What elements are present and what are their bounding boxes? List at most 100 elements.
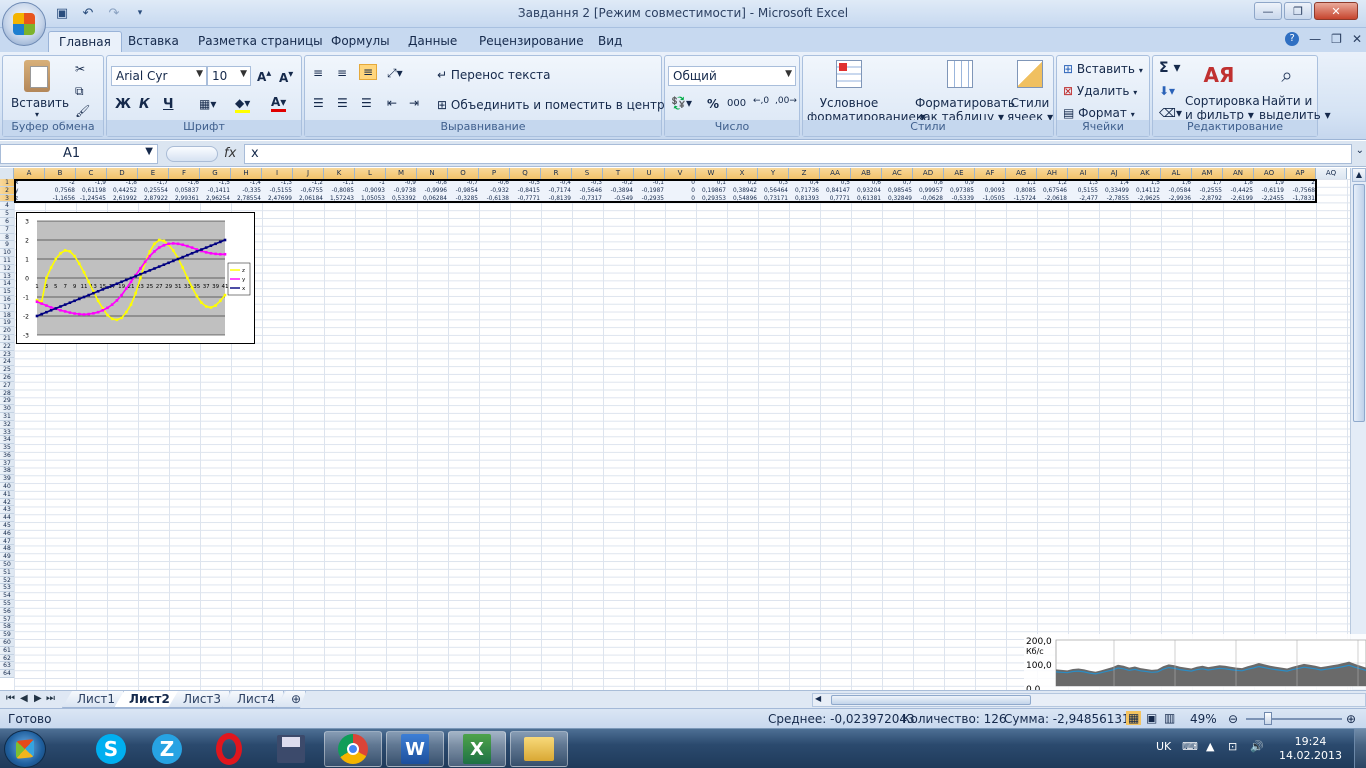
cell[interactable]: -0,6138	[479, 195, 510, 203]
row-header[interactable]: 41	[0, 490, 14, 499]
cell[interactable]: 0,7771	[820, 195, 851, 203]
cell[interactable]: -0,3	[572, 179, 603, 187]
column-header[interactable]: P	[479, 168, 510, 179]
row-header[interactable]: 58	[0, 623, 14, 632]
row-header[interactable]: 64	[0, 670, 14, 678]
cell[interactable]: -1,5724	[1006, 195, 1037, 203]
row-header[interactable]: 8	[0, 233, 14, 242]
scroll-thumb[interactable]	[1353, 184, 1365, 422]
cell[interactable]: -0,9738	[386, 187, 417, 195]
volume-icon[interactable]: 🔊	[1250, 740, 1264, 753]
cell[interactable]: 0,61381	[851, 195, 882, 203]
column-header[interactable]: C	[76, 168, 107, 179]
copy-icon[interactable]: ⧉	[75, 84, 84, 99]
row-header[interactable]: 29	[0, 397, 14, 406]
fill-color-icon[interactable]: ◆▾	[235, 96, 251, 113]
sheet-tab-3[interactable]: Лист3	[168, 691, 230, 708]
cell[interactable]: 2,87922	[138, 195, 169, 203]
column-header[interactable]: G	[200, 168, 231, 179]
cell[interactable]: 0,7	[882, 179, 913, 187]
help-icon[interactable]: ?	[1285, 32, 1300, 46]
column-header[interactable]: AB	[851, 168, 882, 179]
cell[interactable]: 1,6	[1161, 179, 1192, 187]
cell[interactable]: -1	[355, 179, 386, 187]
network-icon[interactable]: ⊡	[1228, 740, 1237, 753]
keyboard-icon[interactable]: ⌨	[1182, 740, 1198, 753]
cell[interactable]: -0,2	[603, 179, 634, 187]
horizontal-scrollbar[interactable]: ◀	[812, 693, 1366, 707]
cell[interactable]: 2,61992	[107, 195, 138, 203]
taskbar-save-app[interactable]	[262, 731, 320, 767]
cell[interactable]: 2	[1285, 179, 1316, 187]
row-header[interactable]: 16	[0, 295, 14, 304]
cell[interactable]: -2,9625	[1130, 195, 1161, 203]
column-header[interactable]: S	[572, 168, 603, 179]
zoom-slider[interactable]	[1246, 718, 1342, 720]
minimize-button[interactable]: —	[1254, 2, 1282, 20]
column-header[interactable]: AN	[1223, 168, 1254, 179]
cell[interactable]: 0,4	[789, 179, 820, 187]
column-header[interactable]: Z	[789, 168, 820, 179]
column-header[interactable]: L	[355, 168, 386, 179]
row-header[interactable]: 62	[0, 654, 14, 663]
taskbar-skype[interactable]: S	[82, 731, 140, 767]
cell[interactable]: 0,81393	[789, 195, 820, 203]
cell[interactable]: 1,8	[1223, 179, 1254, 187]
tab-home[interactable]: Главная	[48, 31, 122, 52]
thousands-button[interactable]: 000	[727, 98, 746, 109]
cell[interactable]: -0,3894	[603, 187, 634, 195]
tab-formulas[interactable]: Формулы	[321, 31, 400, 52]
zoom-in-icon[interactable]: ⊕	[1346, 712, 1356, 726]
row-header[interactable]: 24	[0, 358, 14, 367]
workbook-close-icon[interactable]: ✕	[1352, 32, 1362, 46]
scroll-left-icon[interactable]: ◀	[815, 694, 825, 706]
column-header[interactable]: AC	[882, 168, 913, 179]
font-name-select[interactable]: Arial Cyr ▼	[111, 66, 207, 86]
row-header[interactable]: 52	[0, 576, 14, 585]
row-header[interactable]: 5	[0, 210, 14, 218]
row-header[interactable]: 50	[0, 561, 14, 569]
cell[interactable]: 2,06184	[293, 195, 324, 203]
decrease-decimal-icon[interactable]: ,00→	[775, 96, 797, 106]
cell[interactable]: -2,477	[1068, 195, 1099, 203]
cell[interactable]: -2,7855	[1099, 195, 1130, 203]
taskbar-chrome[interactable]	[324, 731, 382, 767]
row-header[interactable]: 31	[0, 412, 14, 421]
cell[interactable]: 0,44252	[107, 187, 138, 195]
borders-icon[interactable]: ▦▾	[199, 97, 216, 111]
formula-expand-handle[interactable]	[166, 146, 218, 162]
cell[interactable]: 0,99957	[913, 187, 944, 195]
last-sheet-icon[interactable]: ⏭	[46, 693, 55, 704]
column-header[interactable]: V	[665, 168, 696, 179]
cell[interactable]: 0,33499	[1099, 187, 1130, 195]
cell[interactable]: x	[14, 179, 45, 187]
column-header[interactable]: N	[417, 168, 448, 179]
conditional-formatting-button[interactable]: Условное форматирование ▾	[807, 60, 926, 124]
cell[interactable]: -0,0628	[913, 195, 944, 203]
cut-icon[interactable]: ✂	[75, 62, 85, 76]
cell[interactable]: 1,05053	[355, 195, 386, 203]
cell[interactable]: 0,54896	[727, 195, 758, 203]
column-header[interactable]: R	[541, 168, 572, 179]
cell[interactable]: 1,57243	[324, 195, 355, 203]
sheet-tab-2[interactable]: Лист2	[114, 691, 179, 708]
column-header[interactable]: D	[107, 168, 138, 179]
row-header[interactable]: 34	[0, 436, 14, 445]
column-header[interactable]: F	[169, 168, 200, 179]
cell[interactable]: 0,73171	[758, 195, 789, 203]
cell[interactable]: -1,3	[262, 179, 293, 187]
zoom-slider-thumb[interactable]	[1264, 712, 1272, 725]
cell[interactable]: -1,1656	[45, 195, 76, 203]
cell[interactable]: -1,7	[138, 179, 169, 187]
row-header[interactable]: 12	[0, 264, 14, 273]
taskbar-excel[interactable]: X	[448, 731, 506, 767]
tab-view[interactable]: Вид	[588, 31, 632, 52]
cell[interactable]: -0,6	[479, 179, 510, 187]
orientation-icon[interactable]: ⤢▾	[387, 66, 403, 81]
cell[interactable]: -0,1	[634, 179, 665, 187]
sheet-tab-4[interactable]: Лист4	[222, 691, 284, 708]
cell[interactable]: 2,47699	[262, 195, 293, 203]
cell[interactable]: -0,7568	[1285, 187, 1316, 195]
percent-button[interactable]: %	[707, 97, 719, 111]
row-header[interactable]: 3	[0, 194, 14, 203]
